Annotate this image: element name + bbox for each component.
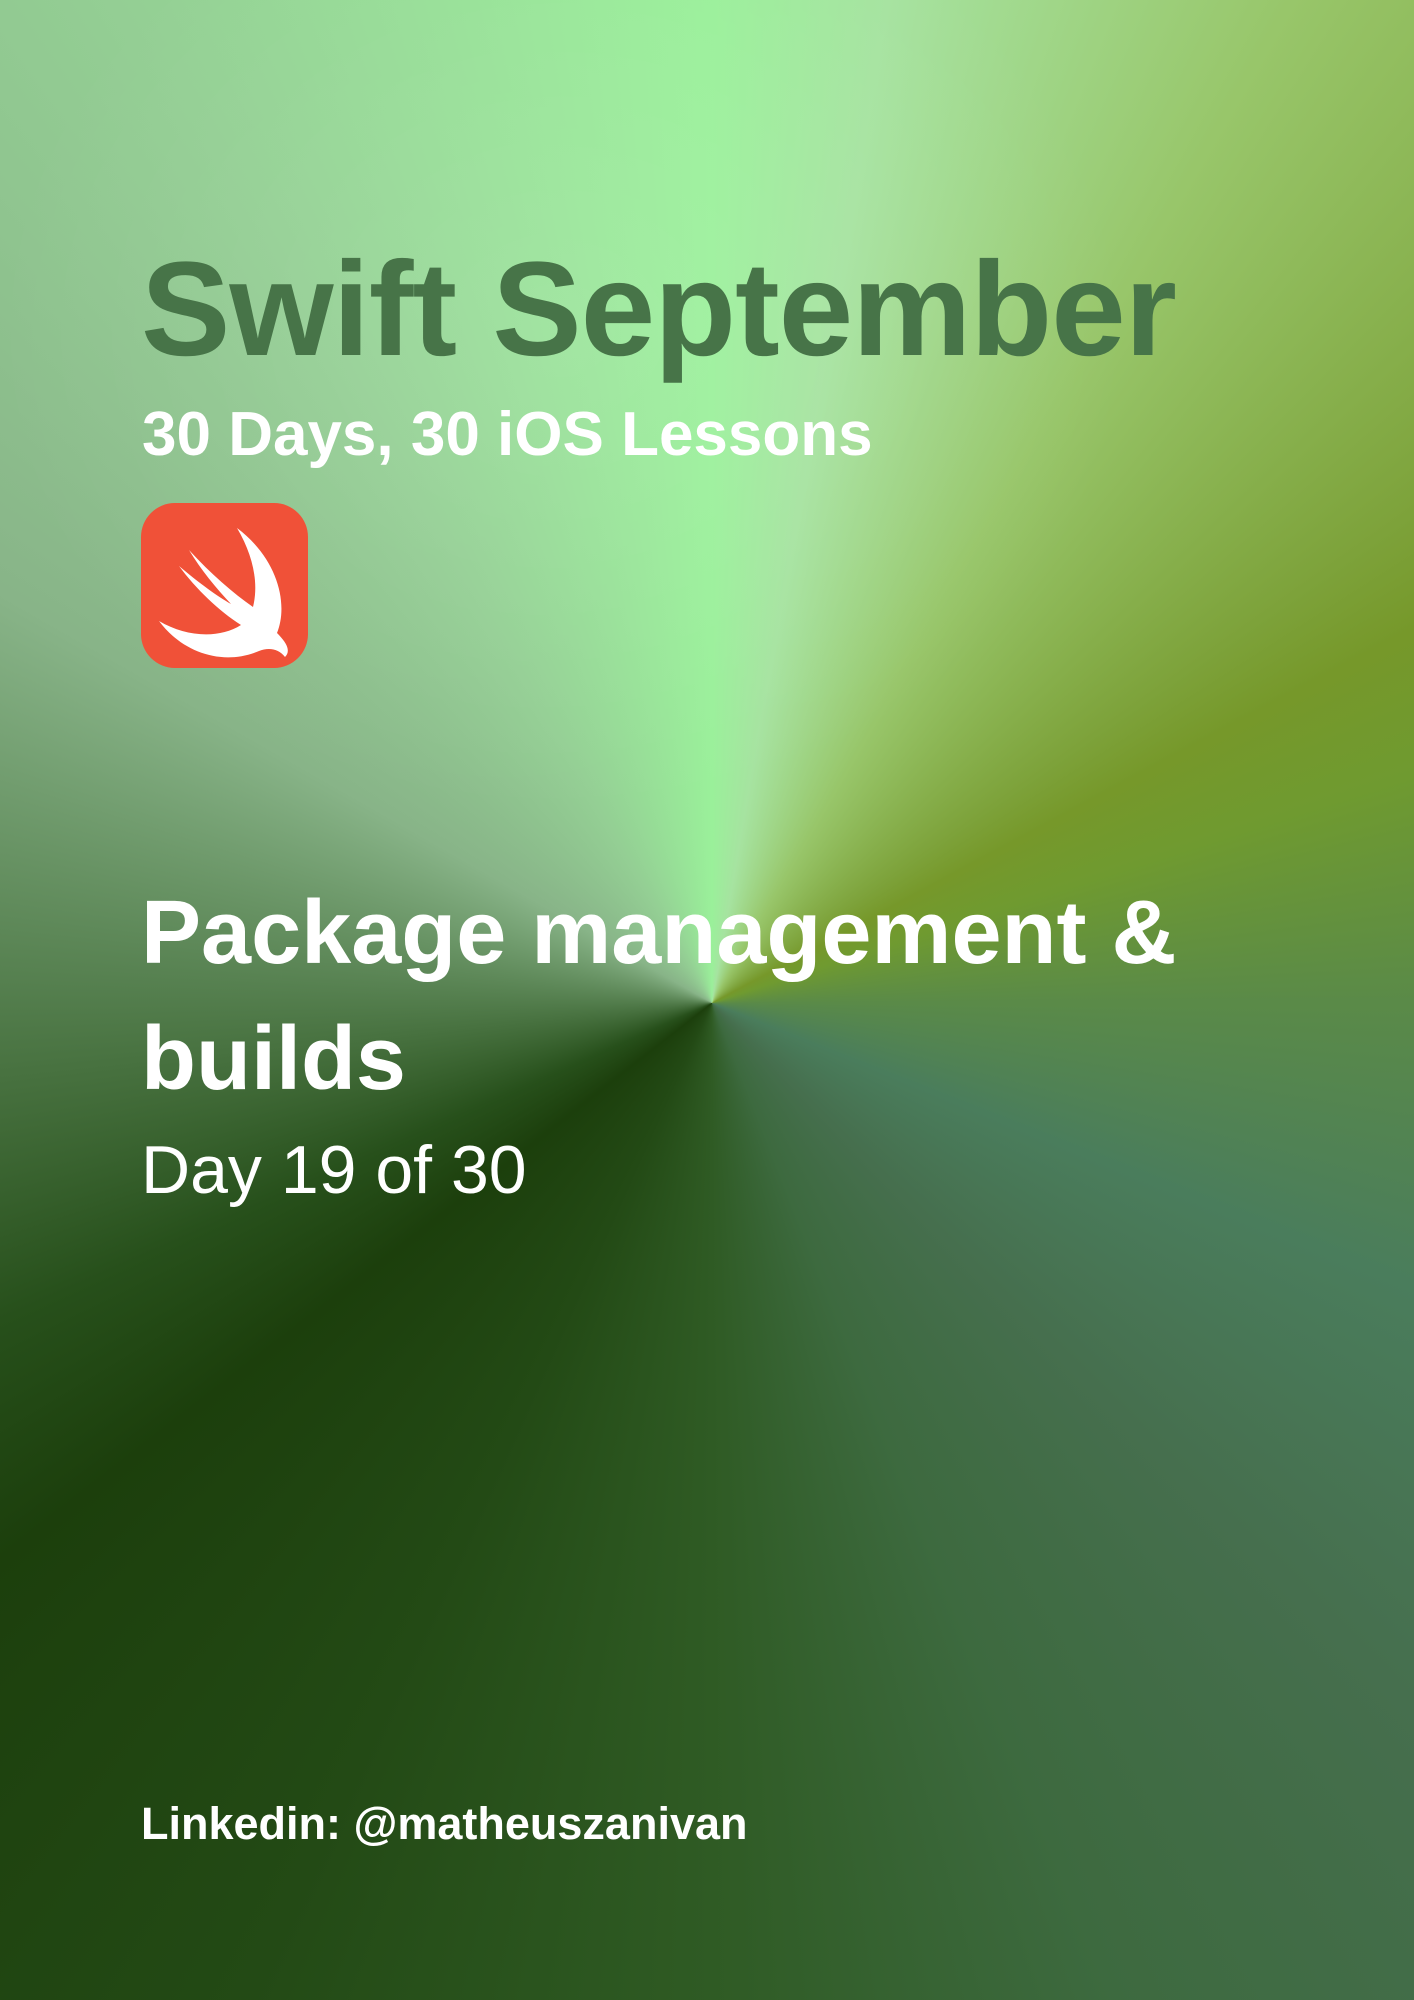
swift-logo-icon: [141, 503, 308, 668]
page-subtitle: 30 Days, 30 iOS Lessons: [142, 400, 873, 469]
lesson-title: Package management & builds: [141, 883, 1177, 1109]
social-handle: Linkedin: @matheuszanivan: [141, 1798, 748, 1849]
lesson-progress: Day 19 of 30: [141, 1132, 527, 1208]
page-title: Swift September: [141, 235, 1177, 384]
poster: Swift September 30 Days, 30 iOS Lessons …: [0, 0, 1414, 2000]
